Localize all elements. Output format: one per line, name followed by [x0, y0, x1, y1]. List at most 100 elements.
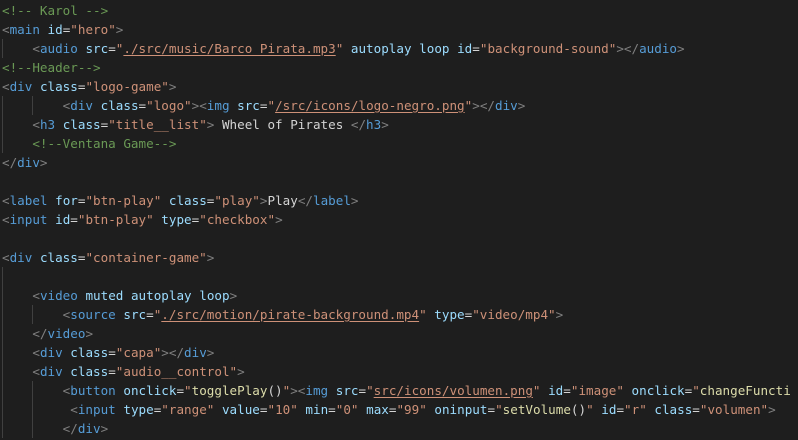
indent-guide [2, 324, 3, 343]
code-string: " [419, 307, 427, 322]
code-line[interactable]: <audio src="./src/music/Barco Pirata.mp3… [0, 39, 798, 58]
code-comment: <!-- Karol --> [2, 3, 109, 18]
code-line[interactable]: <input id="btn-play" type="checkbox"> [0, 210, 798, 229]
code-string: "background-sound" [479, 41, 617, 56]
code-punctuation: ></ [161, 345, 185, 360]
code-tag-name: main [9, 22, 40, 37]
code-attribute: onclick [631, 383, 685, 398]
code-attribute: onclick [123, 383, 177, 398]
code-tag-name: audio [639, 41, 678, 56]
code-attribute: max [366, 402, 389, 417]
code-line[interactable]: <!--Header--> [0, 58, 798, 77]
code-tag-name: div [39, 364, 63, 379]
code-tag-name: label [313, 193, 351, 208]
code-line[interactable]: <h3 class="title__list"> Wheel of Pirate… [0, 115, 798, 134]
code-line[interactable]: <div class="audio__control"> [0, 362, 798, 381]
code-text: Play [267, 193, 298, 208]
code-punctuation: > [381, 117, 389, 132]
code-string: "video/mp4" [472, 307, 556, 322]
code-string: " [366, 383, 374, 398]
code-tag-name: input [9, 212, 48, 227]
code-editor[interactable]: <!-- Karol --> <main id="hero"> <audio sr… [0, 0, 798, 440]
code-equals: = [138, 98, 147, 113]
code-attribute: for [55, 193, 78, 208]
code-line[interactable]: </video> [0, 324, 798, 343]
code-path-link[interactable]: ./src/motion/pirate-background.mp4 [161, 307, 419, 322]
code-equals: = [176, 383, 185, 398]
code-line[interactable]: <!--Ventana Game--> [0, 134, 798, 153]
code-equals: = [563, 383, 571, 398]
code-comment: <!--Ventana Game--> [32, 136, 177, 151]
code-line[interactable]: <button onclick="togglePlay()"><img src=… [0, 381, 798, 400]
code-punctuation: > [768, 402, 776, 417]
code-line[interactable]: </div> [0, 153, 798, 172]
code-line[interactable]: <div class="capa"></div> [0, 343, 798, 362]
code-line[interactable]: <div class="logo"><img src="/src/icons/l… [0, 96, 798, 115]
code-attribute: loop [419, 41, 450, 56]
code-line[interactable] [0, 229, 798, 248]
code-path-link[interactable]: src/icons/volumen.png [374, 383, 533, 398]
code-punctuation: > [275, 212, 283, 227]
code-line[interactable]: </div> [0, 419, 798, 438]
code-attribute: class [70, 345, 109, 360]
code-string: "volumen" [699, 402, 769, 417]
code-punctuation: </ [62, 421, 78, 436]
code-string: "10" [267, 402, 298, 417]
code-equals: = [108, 345, 116, 360]
code-tag-name: div [70, 98, 94, 113]
code-tag-name: h3 [39, 117, 56, 132]
code-line[interactable]: <div class="logo-game"> [0, 77, 798, 96]
indent-guide [32, 381, 34, 400]
code-string: "logo" [146, 98, 192, 113]
code-string: "image" [570, 383, 624, 398]
code-path-link[interactable]: /src/icons/logo-negro.png [275, 98, 465, 113]
code-line[interactable]: <video muted autoplay loop> [0, 286, 798, 305]
indent-guide [2, 381, 3, 400]
code-line[interactable]: <div class="container-game"> [0, 248, 798, 267]
code-attribute: id [457, 41, 473, 56]
code-attribute: id [601, 402, 617, 417]
code-string: "hero" [70, 22, 116, 37]
code-tag-name: label [9, 193, 48, 208]
code-string: " [267, 98, 276, 113]
code-line[interactable]: <label for="btn-play" class="play">Play<… [0, 191, 798, 210]
code-tag-name: button [70, 383, 116, 398]
code-tag-name: div [184, 345, 207, 360]
code-punctuation: > [677, 41, 685, 56]
code-attribute: min [305, 402, 329, 417]
code-line[interactable] [0, 267, 798, 286]
code-punctuation: </ [350, 117, 367, 132]
code-string: "btn-play" [85, 193, 162, 208]
code-tag-name: video [47, 326, 86, 341]
code-tag-name: div [39, 345, 63, 360]
code-equals: = [328, 402, 336, 417]
code-string: "btn-play" [77, 212, 154, 227]
code-line[interactable]: <source src="./src/motion/pirate-backgro… [0, 305, 798, 324]
code-punctuation: < [32, 117, 40, 132]
code-line[interactable]: <input type="range" value="10" min="0" m… [0, 400, 798, 419]
code-line[interactable] [0, 172, 798, 191]
code-punctuation: > [237, 364, 245, 379]
code-string: " [495, 402, 503, 417]
code-punctuation: < [2, 212, 10, 227]
code-attribute: loop [199, 288, 230, 303]
code-punctuation: </ [32, 326, 48, 341]
indent-guide [32, 96, 34, 115]
code-line[interactable]: <main id="hero"> [0, 20, 798, 39]
code-attribute: src [85, 41, 109, 56]
indent-guide [2, 267, 3, 286]
code-string: "capa" [115, 345, 162, 360]
code-line[interactable]: <!-- Karol --> [0, 1, 798, 20]
code-path-link[interactable]: ./src/music/Barco Pirata.mp3 [123, 41, 335, 56]
code-string: "checkbox" [199, 212, 276, 227]
indent-guide [2, 39, 3, 58]
